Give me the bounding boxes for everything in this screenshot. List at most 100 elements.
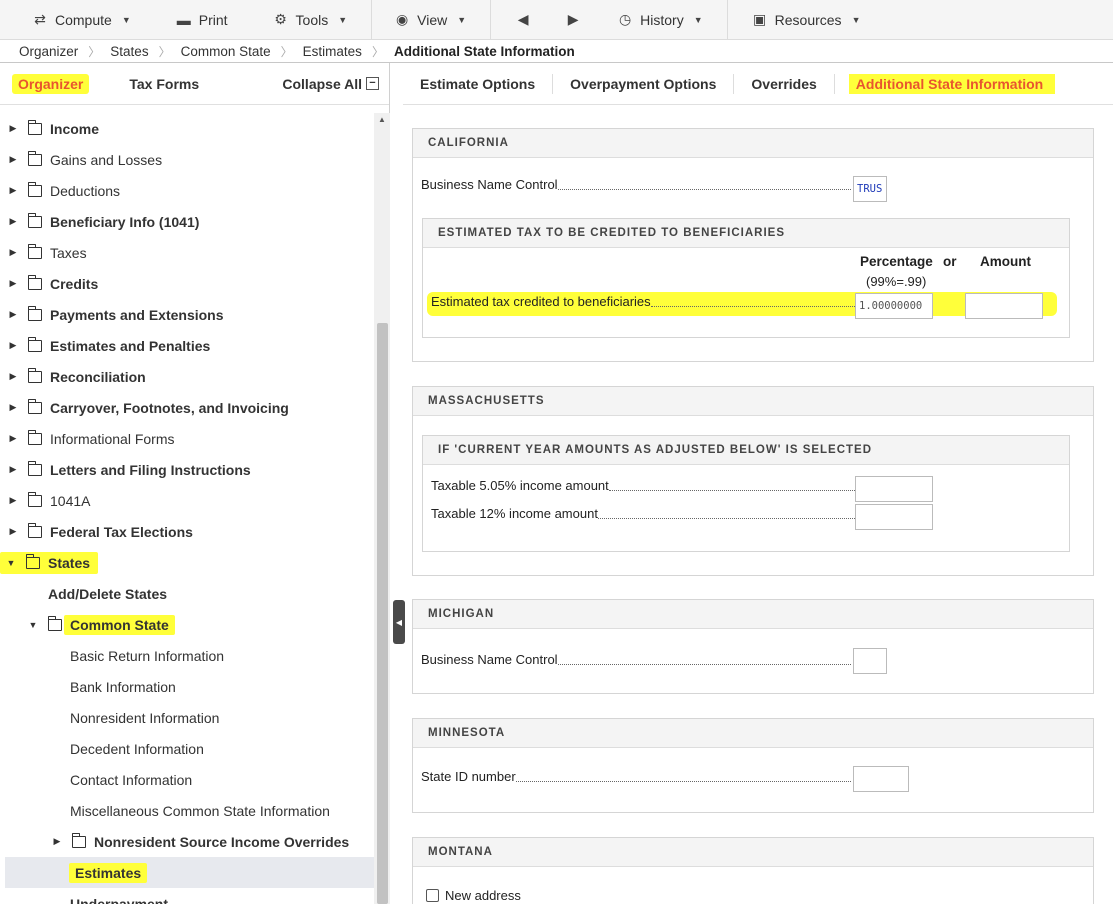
tree-item-decedent-info[interactable]: Decedent Information: [0, 733, 374, 764]
chevron-right-icon: 〉: [280, 44, 293, 59]
section-title: MICHIGAN: [413, 600, 1093, 629]
caret-right-icon: ▶: [9, 278, 17, 288]
tree-item-reconciliation[interactable]: ▶ Reconciliation: [0, 361, 374, 392]
back-button[interactable]: ◀: [491, 0, 557, 40]
view-button[interactable]: ◉ View ▼: [372, 0, 490, 40]
tree-item-nonresident-info[interactable]: Nonresident Information: [0, 702, 374, 733]
taxable-505-label: Taxable 5.05% income amount: [431, 478, 609, 493]
tree-item-letters[interactable]: ▶ Letters and Filing Instructions: [0, 454, 374, 485]
tree-item-1041a[interactable]: ▶ 1041A: [0, 485, 374, 516]
tree-item-add-delete-states[interactable]: Add/Delete States: [0, 578, 374, 609]
caret-right-icon: ▶: [9, 247, 17, 257]
tree-item-states[interactable]: ▼ States: [0, 547, 374, 578]
business-name-input[interactable]: TRUS: [853, 176, 887, 202]
tab-estimate-options[interactable]: Estimate Options: [403, 73, 554, 94]
forward-button[interactable]: ▶: [557, 0, 607, 40]
collapse-all-button[interactable]: Collapse All −: [282, 76, 379, 92]
section-title: MINNESOTA: [413, 719, 1093, 748]
tree-item-deductions[interactable]: ▶ Deductions: [0, 175, 374, 206]
state-id-input[interactable]: [853, 766, 909, 792]
folder-icon: [27, 336, 42, 352]
tree-item-misc-common-state[interactable]: Miscellaneous Common State Information: [0, 795, 374, 826]
folder-icon: [27, 212, 42, 228]
print-button[interactable]: ▬ Print: [146, 0, 243, 40]
left-tabs: Organizer Tax Forms Collapse All −: [0, 63, 389, 105]
tree-item-beneficiary-info[interactable]: ▶ Beneficiary Info (1041): [0, 206, 374, 237]
tree-item-label: States: [48, 554, 91, 571]
collapse-panel-handle[interactable]: ◀: [393, 600, 405, 644]
folder-icon: [27, 367, 42, 383]
tab-additional-state-information[interactable]: Additional State Information: [848, 73, 1056, 94]
breadcrumb-item-common-state[interactable]: Common State: [181, 44, 271, 59]
state-id-label: State ID number: [421, 769, 516, 784]
tree-item-estimates[interactable]: Estimates: [5, 857, 374, 888]
tree-item-informational-forms[interactable]: ▶ Informational Forms: [0, 423, 374, 454]
tree-item-payments-and-extensions[interactable]: ▶ Payments and Extensions: [0, 299, 374, 330]
tree-item-label: Carryover, Footnotes, and Invoicing: [50, 399, 289, 416]
subsection-current-year-amounts: IF 'CURRENT YEAR AMOUNTS AS ADJUSTED BEL…: [422, 435, 1070, 552]
toolbar-group-resources: ▣ Resources ▼: [728, 0, 876, 40]
tree-item-contact-info[interactable]: Contact Information: [0, 764, 374, 795]
tree-item-federal-tax-elections[interactable]: ▶ Federal Tax Elections: [0, 516, 374, 547]
caret-down-icon: ▼: [6, 557, 16, 568]
tools-button[interactable]: ⚙ Tools ▼: [243, 0, 372, 40]
caret-right-icon: ▶: [9, 185, 17, 195]
breadcrumb-item-organizer[interactable]: Organizer: [19, 44, 78, 59]
new-address-checkbox[interactable]: [426, 889, 439, 902]
section-california: CALIFORNIA Business Name Control TRUS ES…: [412, 128, 1094, 362]
tree-item-basic-return-info[interactable]: Basic Return Information: [0, 640, 374, 671]
tab-overrides[interactable]: Overrides: [734, 73, 835, 94]
tree-item-nonresident-source-income[interactable]: ▶ Nonresident Source Income Overrides: [0, 826, 374, 857]
leader-dots: [608, 490, 855, 491]
resources-button[interactable]: ▣ Resources ▼: [728, 0, 876, 40]
folder-icon: [27, 491, 42, 507]
tree-item-carryover[interactable]: ▶ Carryover, Footnotes, and Invoicing: [0, 392, 374, 423]
tree-item-label: Deductions: [50, 182, 121, 199]
taxable-12-input[interactable]: [855, 504, 933, 530]
col-note: (99%=.99): [866, 274, 927, 289]
chevron-down-icon: ▼: [338, 14, 348, 25]
scroll-thumb[interactable]: [377, 323, 388, 904]
field-row-business-name: Business Name Control: [421, 177, 851, 192]
folder-icon: [27, 181, 42, 197]
caret-down-icon: ▼: [28, 619, 38, 630]
percentage-input[interactable]: 1.00000000: [855, 293, 933, 319]
tree-item-label: Underpayment: [70, 895, 169, 904]
caret-right-icon: ▶: [9, 464, 17, 474]
leader-dots: [597, 518, 855, 519]
breadcrumb: Organizer 〉 States 〉 Common State 〉 Esti…: [0, 40, 1113, 63]
chevron-right-icon: 〉: [88, 44, 101, 59]
history-button[interactable]: ◷ History ▼: [607, 0, 726, 40]
caret-right-icon: ▶: [9, 402, 17, 412]
tree-item-label: Payments and Extensions: [50, 306, 224, 323]
breadcrumb-item-estimates[interactable]: Estimates: [303, 44, 362, 59]
caret-right-icon: ▶: [9, 340, 17, 350]
compute-button[interactable]: ⇄ Compute ▼: [0, 0, 146, 40]
tab-tax-forms[interactable]: Tax Forms: [123, 74, 205, 94]
tree-item-underpayment[interactable]: Underpayment: [0, 888, 374, 904]
tree-item-credits[interactable]: ▶ Credits: [0, 268, 374, 299]
tree-item-income[interactable]: ▶ Income: [0, 113, 374, 144]
amount-input[interactable]: [965, 293, 1043, 319]
caret-right-icon: ▶: [9, 123, 17, 133]
business-name-input[interactable]: [853, 648, 887, 674]
caret-right-icon: ▶: [9, 154, 17, 164]
taxable-505-input[interactable]: [855, 476, 933, 502]
tab-organizer[interactable]: Organizer: [12, 73, 90, 94]
tree-item-taxes[interactable]: ▶ Taxes: [0, 237, 374, 268]
folder-icon: [27, 429, 42, 445]
tree-item-label: Decedent Information: [70, 740, 204, 757]
tree-item-common-state[interactable]: ▼ Common State: [0, 609, 374, 640]
tab-overpayment-options[interactable]: Overpayment Options: [553, 73, 735, 94]
tree-item-bank-info[interactable]: Bank Information: [0, 671, 374, 702]
tree-scrollbar[interactable]: ▲: [374, 113, 390, 904]
tree-item-gains-and-losses[interactable]: ▶ Gains and Losses: [0, 144, 374, 175]
scroll-up-icon[interactable]: ▲: [374, 113, 390, 127]
folder-icon: [71, 832, 86, 848]
chevron-down-icon: ▼: [693, 14, 703, 25]
chevron-right-icon: 〉: [158, 44, 171, 59]
breadcrumb-item-states[interactable]: States: [110, 44, 148, 59]
tree-item-estimates-and-penalties[interactable]: ▶ Estimates and Penalties: [0, 330, 374, 361]
subsection-title: IF 'CURRENT YEAR AMOUNTS AS ADJUSTED BEL…: [423, 436, 1069, 465]
leader-dots: [557, 189, 851, 190]
